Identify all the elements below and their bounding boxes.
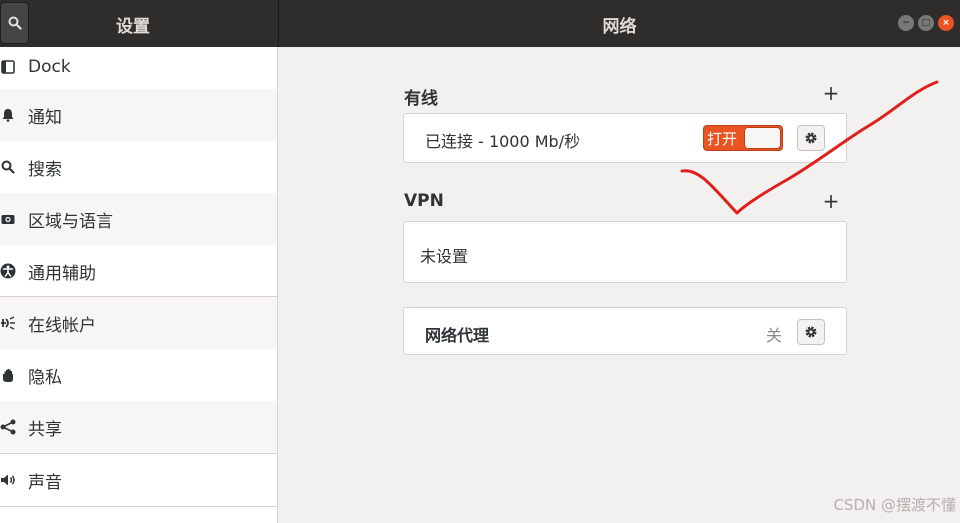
sidebar-item-label: 在线帐户 — [28, 315, 96, 336]
header-bar: 设置 网络 − □ × — [0, 0, 960, 47]
add-wired-button[interactable]: + — [821, 83, 841, 103]
sidebar-item-privacy[interactable]: 隐私 — [0, 349, 277, 401]
proxy-settings-button[interactable] — [797, 319, 825, 345]
sidebar: Dock 通知 搜索 区域与语言 通用辅助 在线帐户 隐私 共享 声音 — [0, 47, 278, 523]
vpn-section-title: VPN — [404, 191, 444, 211]
maximize-button[interactable]: □ — [918, 15, 934, 31]
proxy-title: 网络代理 — [425, 326, 490, 345]
maximize-icon: □ — [921, 17, 931, 28]
sidebar-item-accessibility[interactable]: 通用辅助 — [0, 245, 277, 297]
settings-title: 设置 — [116, 17, 150, 37]
wired-connection-card: 已连接 - 1000 Mb/秒 打开 — [403, 113, 847, 163]
wired-settings-button[interactable] — [797, 125, 825, 151]
close-button[interactable]: × — [938, 15, 954, 31]
sidebar-item-region[interactable]: 区域与语言 — [0, 193, 277, 245]
sidebar-item-sharing[interactable]: 共享 — [0, 401, 277, 453]
share-icon — [0, 419, 16, 435]
sidebar-item-dock[interactable]: Dock — [0, 47, 277, 87]
bell-icon — [0, 107, 16, 123]
sidebar-item-label: 隐私 — [28, 367, 62, 388]
wired-toggle[interactable]: 打开 — [703, 125, 783, 151]
search-icon — [0, 159, 16, 175]
minimize-button[interactable]: − — [898, 15, 914, 31]
online-accounts-icon — [0, 315, 16, 331]
sidebar-item-label: 通用辅助 — [28, 263, 96, 284]
sidebar-item-label: 搜索 — [28, 159, 62, 180]
sidebar-item-notifications[interactable]: 通知 — [0, 89, 277, 141]
sidebar-item-sound[interactable]: 声音 — [0, 454, 277, 506]
sidebar-item-search[interactable]: 搜索 — [0, 141, 277, 193]
sidebar-item-label: Dock — [28, 57, 71, 77]
add-vpn-button[interactable]: + — [821, 191, 841, 211]
accessibility-icon — [0, 263, 16, 279]
window-controls: − □ × — [898, 15, 954, 31]
gear-icon — [805, 326, 817, 338]
sidebar-item-label: 声音 — [28, 472, 62, 493]
sidebar-item-online-accounts[interactable]: 在线帐户 — [0, 297, 277, 349]
sidebar-item-label: 共享 — [28, 419, 62, 440]
wired-section-title: 有线 — [404, 89, 438, 109]
sidebar-item-label: 通知 — [28, 107, 62, 128]
dock-icon — [0, 59, 16, 75]
hand-icon — [0, 367, 16, 383]
vpn-card: 未设置 — [403, 221, 847, 283]
toggle-label: 打开 — [707, 129, 738, 148]
proxy-status: 关 — [766, 326, 783, 345]
toggle-knob — [744, 127, 781, 149]
wired-status-text: 已连接 - 1000 Mb/秒 — [425, 132, 581, 151]
page-title: 网络 — [602, 17, 637, 37]
proxy-card[interactable]: 网络代理 关 — [403, 307, 847, 355]
gear-icon — [805, 132, 817, 144]
sidebar-separator — [0, 506, 277, 507]
minimize-icon: − — [902, 17, 910, 28]
watermark: CSDN @摆渡不懂 — [833, 496, 956, 514]
close-icon: × — [942, 17, 950, 28]
camera-icon — [0, 211, 16, 227]
speaker-icon — [0, 472, 16, 488]
vpn-empty-text: 未设置 — [420, 247, 469, 266]
sidebar-item-label: 区域与语言 — [28, 211, 113, 232]
